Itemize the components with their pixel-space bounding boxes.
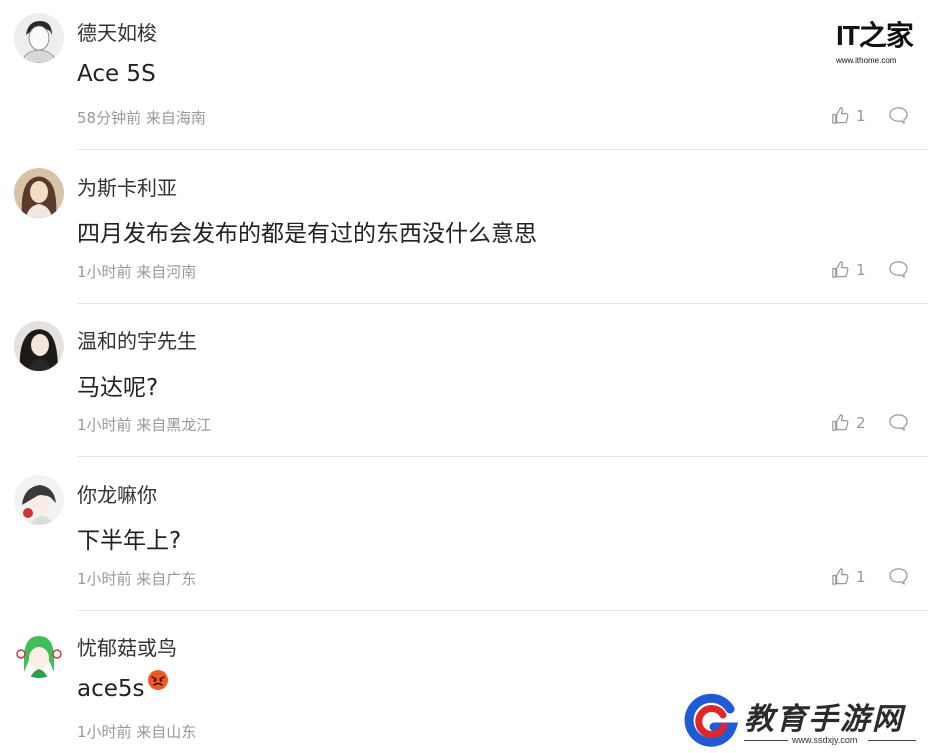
- like-count: 1: [856, 567, 866, 586]
- like-count: 1: [856, 260, 866, 279]
- comment-meta: 1小时前 来自黑龙江: [77, 416, 212, 434]
- ithome-logo-url: www.ithome.com: [836, 56, 897, 65]
- comment-divider: [77, 149, 928, 150]
- comment-meta: 58分钟前 来自海南: [77, 109, 206, 127]
- comment-content: Ace 5S: [77, 61, 156, 87]
- comment-divider: [77, 456, 928, 457]
- comment-content: 下半年上?: [77, 528, 182, 554]
- thumbs-up-icon: [831, 106, 850, 125]
- comment-username[interactable]: 你龙嘛你: [77, 479, 157, 508]
- comment-username[interactable]: 德天如梭: [77, 17, 157, 46]
- thumbs-up-icon: [831, 260, 850, 279]
- reply-button[interactable]: [888, 567, 909, 586]
- thumbs-up-icon: [831, 567, 850, 586]
- comment-bubble-icon: [888, 413, 909, 432]
- comment-username[interactable]: 忧郁菇或鸟: [77, 632, 177, 661]
- comment-username[interactable]: 温和的宇先生: [77, 325, 197, 354]
- sketch-boy-avatar[interactable]: [14, 13, 64, 63]
- comment-bubble-icon: [888, 567, 909, 586]
- comment-divider: [77, 303, 928, 304]
- like-button[interactable]: 2: [831, 413, 866, 432]
- comment-meta: 1小时前 来自山东: [77, 723, 197, 741]
- like-button[interactable]: 1: [831, 260, 866, 279]
- reply-button[interactable]: [888, 413, 909, 432]
- angry-face-emoji: [147, 669, 169, 697]
- comment-content: ace5s: [77, 670, 169, 703]
- like-button[interactable]: 1: [831, 567, 866, 586]
- watermark-line-left: [744, 740, 788, 741]
- comment-divider: [77, 610, 928, 611]
- comment-meta: 1小时前 来自广东: [77, 570, 197, 588]
- ithome-logo-mark: IT之家: [836, 20, 914, 51]
- comment-meta: 1小时前 来自河南: [77, 263, 197, 281]
- g-logo-icon: [684, 693, 739, 747]
- like-count: 1: [856, 106, 866, 125]
- comment-content: 马达呢?: [77, 375, 159, 401]
- ithome-logo: IT之家 www.ithome.com: [836, 14, 916, 65]
- girl-photo-avatar[interactable]: [14, 168, 64, 218]
- like-button[interactable]: 1: [831, 106, 866, 125]
- watermark-site: www.ssdxjy.com: [792, 735, 858, 745]
- comment-text: ace5s: [77, 676, 145, 702]
- comment-bubble-icon: [888, 106, 909, 125]
- comment-username[interactable]: 为斯卡利亚: [77, 172, 177, 201]
- watermark-line-right: [868, 740, 916, 741]
- like-count: 2: [856, 413, 866, 432]
- thumbs-up-icon: [831, 413, 850, 432]
- reply-button[interactable]: [888, 260, 909, 279]
- anime-avatar[interactable]: [14, 475, 64, 525]
- comment-content: 四月发布会发布的都是有过的东西没什么意思: [77, 221, 537, 247]
- woman-photo-avatar[interactable]: [14, 321, 64, 371]
- reply-button[interactable]: [888, 106, 909, 125]
- watermark-logo: 教育手游网 www.ssdxjy.com: [684, 690, 928, 753]
- watermark-name: 教育手游网: [744, 702, 904, 737]
- comment-bubble-icon: [888, 260, 909, 279]
- green-cartoon-avatar[interactable]: [14, 628, 64, 678]
